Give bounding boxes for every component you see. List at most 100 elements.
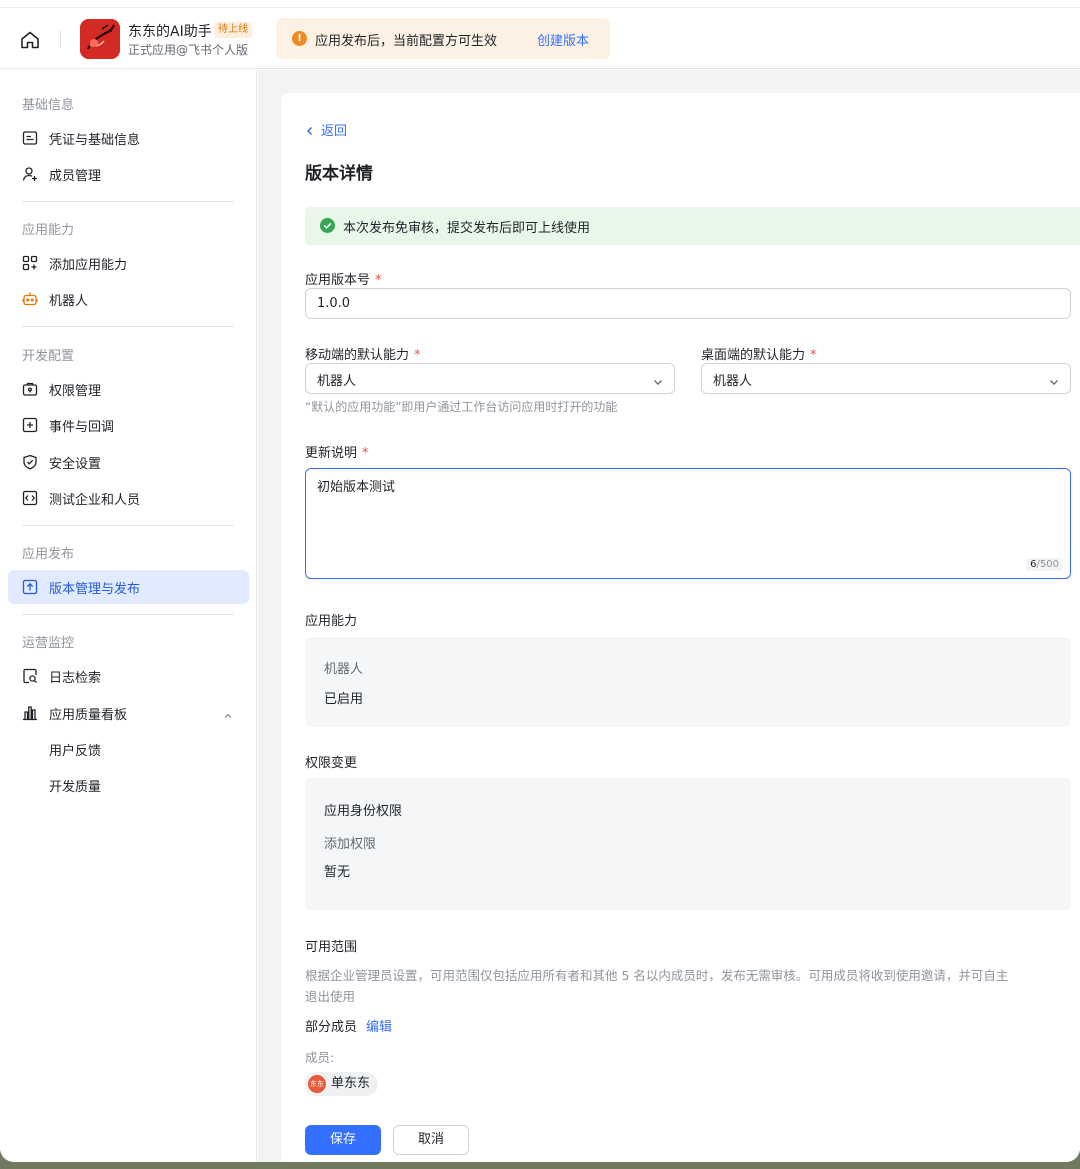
update-note-value: 初始版本测试 bbox=[317, 480, 396, 495]
sidebar-subitem-user-feedback[interactable]: 用户反馈 bbox=[8, 732, 249, 766]
version-label: 应用版本号 * bbox=[305, 269, 382, 288]
sidebar-section-title: 运营监控 bbox=[22, 636, 75, 651]
mobile-default-select[interactable]: 机器人 bbox=[305, 363, 675, 394]
permissions-title: 权限变更 bbox=[305, 756, 358, 771]
update-note-label-text: 更新说明 bbox=[305, 446, 358, 461]
sidebar-section-title: 应用发布 bbox=[22, 547, 75, 562]
sidebar-item-label: 应用质量看板 bbox=[49, 708, 128, 723]
sidebar-item-permissions[interactable]: 权限管理 bbox=[8, 372, 249, 406]
version-input[interactable]: 1.0.0 bbox=[305, 288, 1071, 319]
capabilities-box: 机器人 已启用 bbox=[305, 637, 1071, 727]
top-strip bbox=[0, 0, 1080, 8]
scope-description-line1: 根据企业管理员设置，可用范围仅包括应用所有者和其他 5 名以内成员时，发布无需审… bbox=[305, 968, 1009, 983]
create-version-link[interactable]: 创建版本 bbox=[537, 30, 589, 49]
sidebar-item-events[interactable]: 事件与回调 bbox=[8, 408, 249, 442]
sidebar-divider bbox=[22, 201, 234, 202]
event-icon bbox=[22, 417, 38, 433]
app-name: 东东的AI助手 bbox=[128, 24, 212, 40]
sidebar-item-log-search[interactable]: 日志检索 bbox=[8, 659, 249, 693]
sidebar-subitem-label: 用户反馈 bbox=[49, 744, 102, 759]
sidebar-item-quality-board[interactable]: 应用质量看板 bbox=[8, 696, 249, 730]
page-title: 版本详情 bbox=[305, 164, 373, 184]
sidebar-item-add-capability[interactable]: 添加应用能力 bbox=[8, 246, 249, 280]
sidebar-item-test-users[interactable]: 测试企业和人员 bbox=[8, 481, 249, 515]
members-label: 成员: bbox=[305, 1050, 335, 1065]
sidebar-item-version-release[interactable]: 版本管理与发布 bbox=[8, 570, 249, 604]
sidebar-item-label: 成员管理 bbox=[49, 169, 102, 184]
notice-banner: ! 应用发布后，当前配置方可生效 创建版本 bbox=[276, 18, 610, 59]
desktop-default-label-text: 桌面端的默认能力 bbox=[701, 348, 806, 363]
update-note-textarea[interactable]: 初始版本测试 6/500 bbox=[305, 468, 1071, 579]
required-mark: * bbox=[414, 348, 421, 363]
sidebar-divider bbox=[22, 326, 234, 327]
scope-title: 可用范围 bbox=[305, 940, 358, 955]
success-text: 本次发布免审核，提交发布后即可上线使用 bbox=[343, 221, 591, 236]
back-label: 返回 bbox=[321, 124, 348, 139]
desktop-default-select[interactable]: 机器人 bbox=[701, 363, 1071, 394]
sidebar-item-members[interactable]: 成员管理 bbox=[8, 157, 249, 191]
sidebar-section-title: 开发配置 bbox=[22, 349, 75, 364]
sidebar-divider bbox=[22, 525, 234, 526]
sidebar-item-label: 版本管理与发布 bbox=[49, 582, 141, 597]
cancel-button[interactable]: 取消 bbox=[393, 1125, 469, 1155]
save-button[interactable]: 保存 bbox=[305, 1125, 381, 1155]
credential-icon bbox=[22, 130, 38, 146]
back-link[interactable]: 返回 bbox=[305, 120, 347, 139]
char-counter: 6/500 bbox=[1026, 558, 1063, 571]
sidebar-item-label: 事件与回调 bbox=[49, 420, 115, 435]
sidebar: 基础信息 凭证与基础信息 成员管理 应用能力 添加应用能力 机器人 开发配置 权… bbox=[0, 70, 257, 1162]
member-chip[interactable]: 东东 单东东 bbox=[305, 1072, 379, 1096]
sidebar-subitem-label: 开发质量 bbox=[49, 780, 102, 795]
scope-edit-link[interactable]: 编辑 bbox=[366, 1016, 392, 1035]
permission-icon bbox=[22, 381, 38, 397]
success-banner: 本次发布免审核，提交发布后即可上线使用 bbox=[305, 207, 1080, 245]
check-circle-icon bbox=[320, 218, 335, 233]
scope-description-line2: 退出使用 bbox=[305, 989, 356, 1004]
status-badge: 待上线 bbox=[214, 22, 252, 38]
mobile-default-label: 移动端的默认能力 * bbox=[305, 344, 421, 363]
scope-mode: 部分成员 bbox=[305, 1020, 358, 1035]
char-count-max: /500 bbox=[1036, 559, 1059, 570]
code-icon bbox=[22, 490, 38, 506]
sidebar-item-label: 权限管理 bbox=[49, 384, 102, 399]
app-subtitle: 正式应用@飞书个人版 bbox=[128, 43, 249, 57]
permission-group-title: 应用身份权限 bbox=[324, 804, 403, 819]
member-name: 单东东 bbox=[331, 1076, 371, 1091]
chevron-up-icon[interactable] bbox=[222, 707, 234, 719]
update-note-label: 更新说明 * bbox=[305, 442, 369, 461]
sidebar-subitem-dev-quality[interactable]: 开发质量 bbox=[8, 768, 249, 802]
sidebar-divider bbox=[22, 614, 234, 615]
sidebar-section-title: 基础信息 bbox=[22, 98, 75, 113]
avatar: 东东 bbox=[308, 1075, 326, 1093]
header-divider bbox=[60, 30, 61, 48]
app-window: 东东的AI助手 待上线 正式应用@飞书个人版 ! 应用发布后，当前配置方可生效 … bbox=[0, 0, 1080, 1162]
capability-name: 机器人 bbox=[324, 662, 364, 677]
required-mark: * bbox=[810, 348, 817, 363]
header-bar: 东东的AI助手 待上线 正式应用@飞书个人版 ! 应用发布后，当前配置方可生效 … bbox=[0, 8, 1080, 69]
sidebar-item-robot[interactable]: 机器人 bbox=[8, 282, 249, 316]
app-logo bbox=[80, 19, 120, 59]
required-mark: * bbox=[362, 446, 369, 461]
sidebar-section-title: 应用能力 bbox=[22, 223, 75, 238]
version-detail-card: 返回 版本详情 本次发布免审核，提交发布后即可上线使用 应用版本号 * 1.0.0… bbox=[281, 93, 1080, 1162]
capabilities-title: 应用能力 bbox=[305, 614, 358, 629]
sidebar-item-label: 日志检索 bbox=[49, 671, 102, 686]
robot-icon bbox=[22, 291, 38, 307]
sidebar-item-credentials[interactable]: 凭证与基础信息 bbox=[8, 121, 249, 155]
required-mark: * bbox=[375, 273, 382, 288]
upload-icon bbox=[22, 579, 38, 595]
chart-icon bbox=[22, 705, 38, 721]
sidebar-item-label: 机器人 bbox=[49, 294, 89, 309]
mobile-default-value: 机器人 bbox=[317, 374, 357, 389]
sidebar-item-label: 凭证与基础信息 bbox=[49, 133, 141, 148]
main-area: 返回 版本详情 本次发布免审核，提交发布后即可上线使用 应用版本号 * 1.0.0… bbox=[258, 70, 1080, 1162]
mobile-default-label-text: 移动端的默认能力 bbox=[305, 348, 410, 363]
home-icon[interactable] bbox=[18, 28, 42, 52]
capability-status: 已启用 bbox=[324, 692, 364, 707]
permission-value: 暂无 bbox=[324, 865, 351, 880]
sidebar-item-label: 安全设置 bbox=[49, 457, 102, 472]
chevron-down-icon bbox=[1048, 373, 1060, 385]
chevron-down-icon bbox=[652, 373, 664, 385]
shield-icon bbox=[22, 454, 38, 470]
sidebar-item-security[interactable]: 安全设置 bbox=[8, 445, 249, 479]
